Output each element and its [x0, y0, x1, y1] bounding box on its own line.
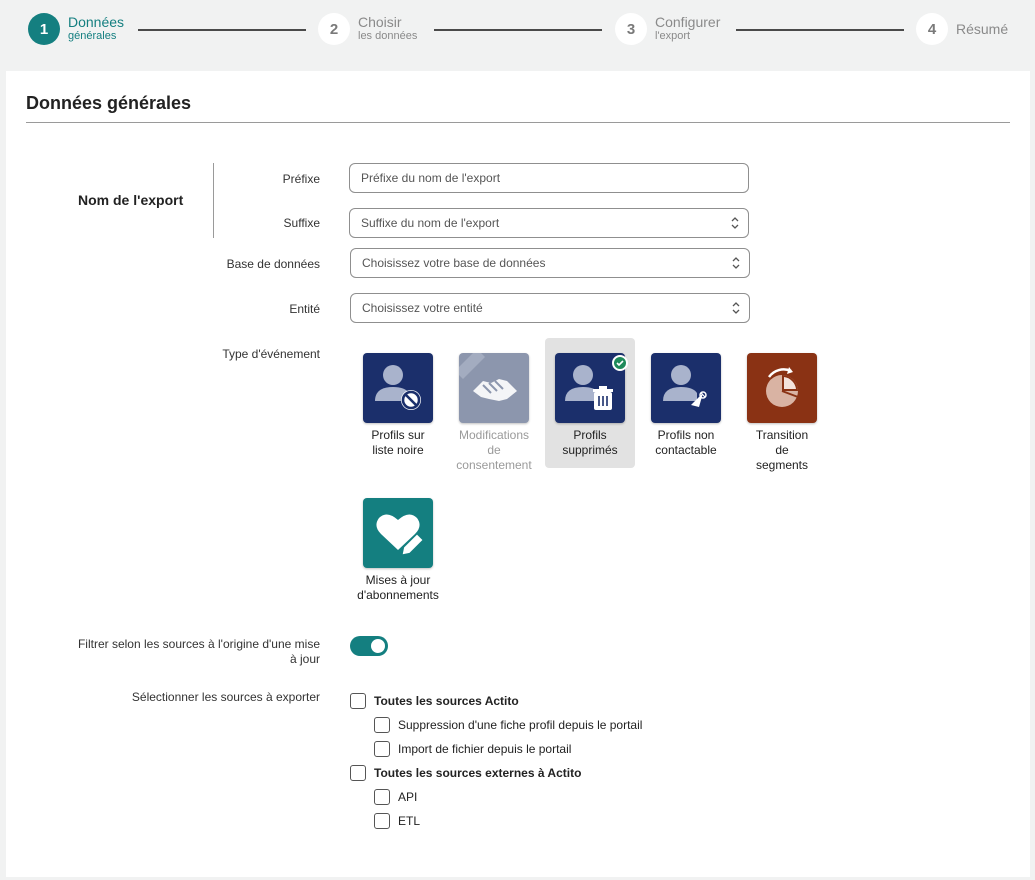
- tile-label-line: contactable: [655, 443, 717, 457]
- source-portal-file-import[interactable]: Import de fichier depuis le portail: [374, 741, 571, 757]
- event-tile-consent: Modifications de consentement: [449, 338, 539, 472]
- step-number: 4: [916, 13, 948, 45]
- tile-label: Transition de segments: [737, 428, 827, 473]
- tile-label-line: supprimés: [562, 443, 618, 457]
- entity-select[interactable]: Choisissez votre entité: [350, 293, 750, 323]
- export-name-label: Nom de l'export: [78, 192, 184, 208]
- filter-label-line: Filtrer selon les sources à l'origine d'…: [77, 637, 320, 651]
- suffix-select[interactable]: Suffixe du nom de l'export: [349, 208, 749, 238]
- toggle-knob: [371, 639, 385, 653]
- event-tile-uncontactable[interactable]: Profils non contactable: [641, 338, 731, 468]
- prefix-placeholder: Préfixe du nom de l'export: [361, 171, 501, 185]
- checkbox[interactable]: [374, 789, 390, 805]
- checkbox[interactable]: [350, 693, 366, 709]
- select-arrows-icon: [732, 257, 740, 269]
- filter-label-line: à jour: [289, 652, 320, 666]
- tile-label-line: Profils: [573, 428, 607, 442]
- subscription-update-icon: [363, 498, 433, 568]
- step-title: Données: [68, 14, 125, 30]
- database-placeholder: Choisissez votre base de données: [362, 256, 546, 270]
- source-group-actito[interactable]: Toutes les sources Actito: [350, 693, 519, 709]
- tile-label: Profils non contactable: [641, 428, 731, 458]
- step-subtitle: les données: [358, 30, 418, 42]
- step-subtitle: générales: [68, 30, 117, 42]
- tile-label: Profils sur liste noire: [353, 428, 443, 458]
- step-title: Configurer: [655, 14, 721, 30]
- checkbox-label: Toutes les sources Actito: [374, 694, 519, 708]
- group-divider: [213, 163, 214, 238]
- tile-label: Mises à jour d'abonnements: [353, 573, 443, 603]
- tile-label-line: Profils non: [657, 428, 715, 442]
- step-connector: [138, 29, 306, 31]
- handshake-icon: [459, 353, 529, 423]
- tile-label-line: liste noire: [372, 443, 424, 457]
- tile-label: Profils supprimés: [545, 428, 635, 458]
- step-title: Résumé: [956, 21, 1009, 37]
- checkbox-label: API: [398, 790, 418, 804]
- tile-label-line: segments: [755, 458, 809, 472]
- step-number: 1: [28, 13, 60, 45]
- tile-label-line: de: [487, 443, 501, 457]
- checkbox[interactable]: [374, 741, 390, 757]
- source-etl[interactable]: ETL: [374, 813, 420, 829]
- source-group-external[interactable]: Toutes les sources externes à Actito: [350, 765, 581, 781]
- entity-label: Entité: [289, 302, 320, 316]
- prefix-label: Préfixe: [282, 172, 320, 186]
- step-number: 2: [318, 13, 350, 45]
- profile-blacklist-icon: [363, 353, 433, 423]
- suffix-label: Suffixe: [283, 216, 320, 230]
- step-1[interactable]: 1 Données générales: [28, 13, 124, 45]
- entity-placeholder: Choisissez votre entité: [362, 301, 483, 315]
- event-tile-subscription-updates[interactable]: Mises à jour d'abonnements: [353, 483, 443, 613]
- database-select[interactable]: Choisissez votre base de données: [350, 248, 750, 278]
- tile-label-line: Profils sur: [371, 428, 425, 442]
- filter-toggle[interactable]: [350, 636, 388, 656]
- event-tile-deleted-profiles[interactable]: Profils supprimés: [545, 338, 635, 468]
- source-api[interactable]: API: [374, 789, 417, 805]
- step-connector: [736, 29, 904, 31]
- tile-label: Modifications de consentement: [449, 428, 539, 473]
- select-arrows-icon: [732, 302, 740, 314]
- tile-label-line: de: [775, 443, 789, 457]
- tile-label-line: Modifications: [458, 428, 530, 442]
- checkbox[interactable]: [374, 813, 390, 829]
- step-number: 3: [615, 13, 647, 45]
- section-title: Données générales: [26, 93, 192, 113]
- checkbox-label: ETL: [398, 814, 421, 828]
- step-title: Choisir: [358, 14, 402, 30]
- checkbox-label: Import de fichier depuis le portail: [398, 742, 572, 756]
- general-data-panel: Données générales Nom de l'export Préfix…: [6, 71, 1030, 877]
- suffix-placeholder: Suffixe du nom de l'export: [361, 216, 500, 230]
- event-type-label: Type d'événement: [222, 347, 320, 361]
- step-3[interactable]: 3 Configurer l'export: [615, 13, 720, 45]
- step-connector: [434, 29, 602, 31]
- step-4[interactable]: 4 Résumé: [916, 13, 1008, 45]
- filter-label: Filtrer selon les sources à l'origine d'…: [40, 637, 320, 667]
- tile-label-line: consentement: [456, 458, 532, 472]
- step-2[interactable]: 2 Choisir les données: [318, 13, 417, 45]
- step-subtitle: l'export: [655, 30, 691, 42]
- event-tile-segment-transition[interactable]: Transition de segments: [737, 338, 827, 472]
- prefix-input[interactable]: Préfixe du nom de l'export: [349, 163, 749, 193]
- tile-label-line: Mises à jour: [365, 573, 431, 587]
- segment-transition-icon: [747, 353, 817, 423]
- selected-check-icon: [612, 355, 628, 371]
- event-tile-blacklist[interactable]: Profils sur liste noire: [353, 338, 443, 468]
- database-label: Base de données: [226, 257, 320, 271]
- sources-label: Sélectionner les sources à exporter: [131, 690, 320, 704]
- select-arrows-icon: [731, 217, 739, 229]
- source-portal-profile-deletion[interactable]: Suppression d'une fiche profil depuis le…: [374, 717, 642, 733]
- section-divider: [26, 122, 1010, 123]
- profile-uncontactable-icon: [651, 353, 721, 423]
- tile-label-line: d'abonnements: [357, 588, 439, 602]
- checkbox[interactable]: [374, 717, 390, 733]
- checkbox-label: Suppression d'une fiche profil depuis le…: [398, 718, 643, 732]
- tile-label-line: Transition: [755, 428, 809, 442]
- stepper: 1 Données générales 2 Choisir les donnée…: [0, 0, 1035, 70]
- checkbox[interactable]: [350, 765, 366, 781]
- checkbox-label: Toutes les sources externes à Actito: [374, 766, 582, 780]
